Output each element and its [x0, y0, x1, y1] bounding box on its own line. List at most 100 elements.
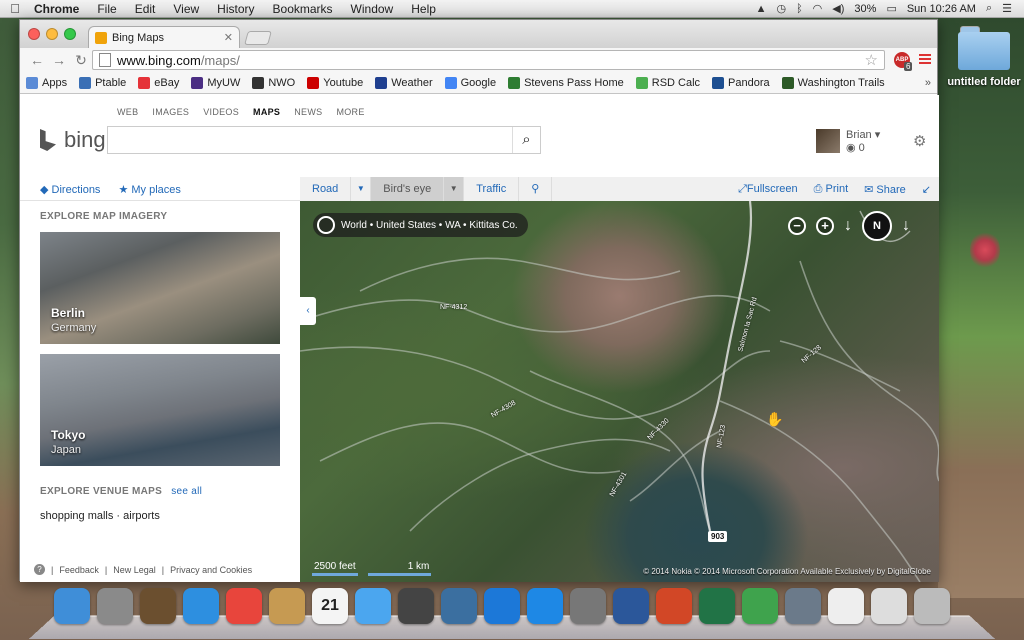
menu-bookmarks[interactable]: Bookmarks [264, 2, 342, 16]
dock-app-contacts-icon[interactable] [269, 588, 305, 624]
road-dropdown-icon[interactable]: ▼ [351, 177, 372, 201]
streetside-icon[interactable]: ⚲ [519, 177, 553, 201]
gear-icon[interactable]: ⚙ [913, 132, 926, 150]
menu-edit[interactable]: Edit [126, 2, 165, 16]
bookmark-item[interactable]: Youtube [307, 76, 363, 89]
bookmark-item[interactable]: Stevens Pass Home [508, 76, 624, 89]
close-tab-icon[interactable]: ✕ [224, 31, 233, 44]
bookmark-item[interactable]: NWO [252, 76, 295, 89]
imagery-card-berlin[interactable]: Berlin Germany [40, 232, 280, 344]
time-machine-icon[interactable]: ◷ [776, 2, 786, 15]
dock-app-safari-icon[interactable] [183, 588, 219, 624]
dock-app-itunes-icon[interactable] [484, 588, 520, 624]
dock-app-messages-icon[interactable] [355, 588, 391, 624]
dock-app-document-icon[interactable] [828, 588, 864, 624]
directions-link[interactable]: ◆ Directions [40, 183, 100, 196]
bookmark-item[interactable]: RSD Calc [635, 76, 700, 89]
bookmark-item[interactable]: Google [444, 76, 496, 89]
scope-news[interactable]: NEWS [294, 107, 322, 117]
close-window-button[interactable] [28, 28, 40, 40]
locate-me-icon[interactable] [317, 216, 335, 234]
bing-logo[interactable]: bing [40, 127, 106, 153]
road-button[interactable]: Road [300, 177, 352, 201]
browser-tab[interactable]: Bing Maps ✕ [88, 26, 240, 48]
bookmark-item[interactable]: eBay [138, 76, 179, 89]
bookmark-item[interactable]: Pandora [712, 76, 770, 89]
rotate-right-icon[interactable]: ↓ [902, 217, 910, 235]
dock-app-launchpad-icon[interactable] [97, 588, 133, 624]
battery-icon[interactable]: ▭ [886, 2, 896, 15]
spotlight-icon[interactable]: ⌕ [986, 2, 992, 15]
dock-app-image-capture-icon[interactable] [140, 588, 176, 624]
search-icon[interactable]: ⌕ [512, 127, 540, 153]
location-breadcrumb[interactable]: World • United States • WA • Kittitas Co… [313, 213, 528, 237]
bookmark-item[interactable]: Washington Trails [781, 76, 885, 89]
help-icon[interactable]: ? [34, 564, 45, 575]
dock-app-word-icon[interactable] [613, 588, 649, 624]
bluetooth-icon[interactable]: ᛒ [796, 3, 803, 15]
user-menu[interactable]: Brian ▾ ◉ 0 [816, 128, 880, 154]
imagery-card-tokyo[interactable]: Tokyo Japan [40, 354, 280, 466]
print-button[interactable]: ⎙ Print [814, 183, 849, 196]
new-tab-button[interactable] [244, 31, 272, 45]
scope-web[interactable]: WEB [117, 107, 138, 117]
dock-app-excel-icon[interactable] [699, 588, 735, 624]
birdseye-dropdown-icon[interactable]: ▼ [444, 177, 465, 201]
reload-icon[interactable]: ↻ [70, 52, 92, 69]
menu-view[interactable]: View [164, 2, 208, 16]
dock-app-system-preferences-icon[interactable] [570, 588, 606, 624]
dock-app-calendar-icon[interactable]: 21 [312, 588, 348, 624]
dock-app-downloader-icon[interactable] [742, 588, 778, 624]
collapse-arrow-icon[interactable]: ↙ [922, 183, 931, 196]
venue-links[interactable]: shopping malls · airports [40, 510, 160, 522]
rotate-left-icon[interactable]: ↓ [844, 217, 852, 235]
address-bar[interactable]: www.bing.com /maps/ ☆ [92, 50, 885, 70]
scope-maps[interactable]: MAPS [253, 107, 280, 117]
dock-app-chrome-icon[interactable] [226, 588, 262, 624]
battery-percent[interactable]: 30% [854, 3, 876, 15]
search-input[interactable]: ⌕ [107, 126, 541, 154]
zoom-out-button[interactable]: − [788, 217, 806, 235]
scope-images[interactable]: IMAGES [152, 107, 189, 117]
back-arrow-icon[interactable]: ← [26, 52, 48, 68]
zoom-window-button[interactable] [64, 28, 76, 40]
compass-button[interactable]: N [862, 211, 892, 241]
dock-app-powerpoint-icon[interactable] [656, 588, 692, 624]
menu-app-name[interactable]: Chrome [30, 2, 88, 16]
birdseye-button[interactable]: Bird's eye [371, 177, 445, 201]
folder-label[interactable]: untitled folder [944, 76, 1024, 88]
bookmark-item[interactable]: Ptable [79, 76, 126, 89]
dock-app-facetime-icon[interactable] [398, 588, 434, 624]
dock-app-finder-icon[interactable] [54, 588, 90, 624]
forward-arrow-icon[interactable]: → [48, 52, 70, 68]
notification-icon[interactable]: ▲ [756, 3, 767, 15]
apple-icon[interactable]:  [0, 1, 30, 16]
my-places-link[interactable]: ★ My places [118, 183, 180, 196]
collapse-sidebar-icon[interactable]: ‹ [300, 297, 316, 325]
menu-file[interactable]: File [88, 2, 125, 16]
wifi-icon[interactable]: ◠ [813, 2, 823, 15]
bookmark-star-icon[interactable]: ☆ [865, 51, 878, 69]
volume-icon[interactable]: ◀) [832, 2, 844, 15]
menu-history[interactable]: History [208, 2, 263, 16]
bookmarks-overflow-icon[interactable]: » [925, 77, 931, 89]
map-canvas[interactable]: NF-4312 NF-4308 NF-4330 NF-4301 NF-123 N… [300, 201, 939, 582]
see-all-link[interactable]: see all [171, 486, 202, 497]
fullscreen-button[interactable]: ⤢Fullscreen [738, 183, 798, 196]
bookmark-item[interactable]: Apps [26, 76, 67, 89]
scope-more[interactable]: MORE [336, 107, 364, 117]
notification-center-icon[interactable]: ☰ [1002, 2, 1012, 15]
traffic-button[interactable]: Traffic [464, 177, 520, 201]
bookmark-item[interactable]: MyUW [191, 76, 240, 89]
share-button[interactable]: ✉ Share [864, 183, 906, 196]
feedback-link[interactable]: Feedback [59, 565, 99, 575]
menu-help[interactable]: Help [402, 2, 445, 16]
folder-icon[interactable] [958, 26, 1010, 70]
clock[interactable]: Sun 10:26 AM [907, 3, 976, 15]
chrome-menu-icon[interactable] [919, 52, 931, 66]
minimize-window-button[interactable] [46, 28, 58, 40]
legal-link[interactable]: New Legal [113, 565, 156, 575]
dock-app-iphoto-icon[interactable] [441, 588, 477, 624]
dock-app-preview-icon[interactable] [871, 588, 907, 624]
menu-window[interactable]: Window [342, 2, 403, 16]
